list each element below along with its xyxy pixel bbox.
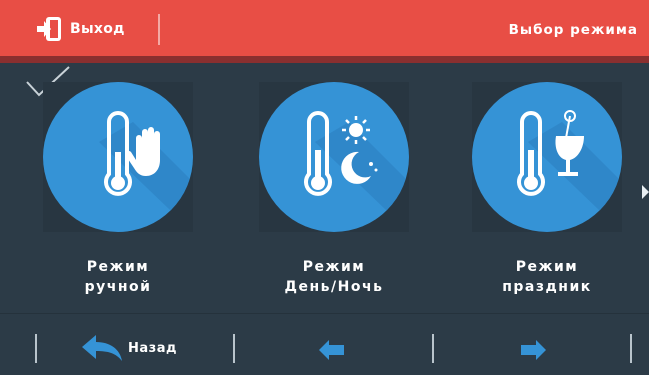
top-bar: Выход Выбор режима [0, 0, 649, 56]
scroll-right-icon[interactable] [642, 185, 649, 199]
mode-circle-day-night [259, 82, 409, 232]
thermometer-party-icon [517, 110, 622, 232]
arrow-right-icon[interactable] [519, 339, 547, 361]
arrow-left-icon[interactable] [318, 339, 346, 361]
mode-label-line1: Режим [86, 259, 150, 275]
back-button[interactable]: Назад [80, 333, 177, 363]
mode-circle-manual [43, 82, 193, 232]
back-arrow-icon [82, 335, 122, 361]
footer-divider [630, 334, 632, 363]
mode-circle-party [472, 82, 622, 232]
mode-label-line2: ручной [84, 279, 152, 295]
thermometer-hand-icon [99, 111, 193, 232]
header-shadow [0, 56, 649, 63]
back-label: Назад [128, 340, 177, 356]
mode-label-line2: День/Ночь [284, 279, 384, 295]
footer-divider [233, 334, 235, 363]
mode-label-line1: Режим [302, 259, 366, 275]
thermometer-day-night-icon [304, 111, 409, 232]
exit-label: Выход [70, 21, 125, 37]
exit-icon [37, 17, 61, 41]
page-title: Выбор режима [508, 22, 638, 38]
exit-button[interactable]: Выход [36, 16, 125, 42]
mode-label-line2: праздник [502, 279, 592, 295]
header-divider [158, 14, 160, 45]
mode-tile-day-night[interactable] [259, 82, 409, 232]
mode-label-day-night: Режим День/Ночь [244, 257, 424, 297]
bottom-bar: Назад [0, 313, 649, 375]
mode-label-line1: Режим [515, 259, 579, 275]
mode-label-party: Режим праздник [457, 257, 637, 297]
footer-divider [35, 334, 37, 363]
mode-tile-party[interactable] [472, 82, 622, 232]
footer-divider [432, 334, 434, 363]
mode-label-manual: Режим ручной [28, 257, 208, 297]
mode-tile-manual[interactable] [43, 82, 193, 232]
